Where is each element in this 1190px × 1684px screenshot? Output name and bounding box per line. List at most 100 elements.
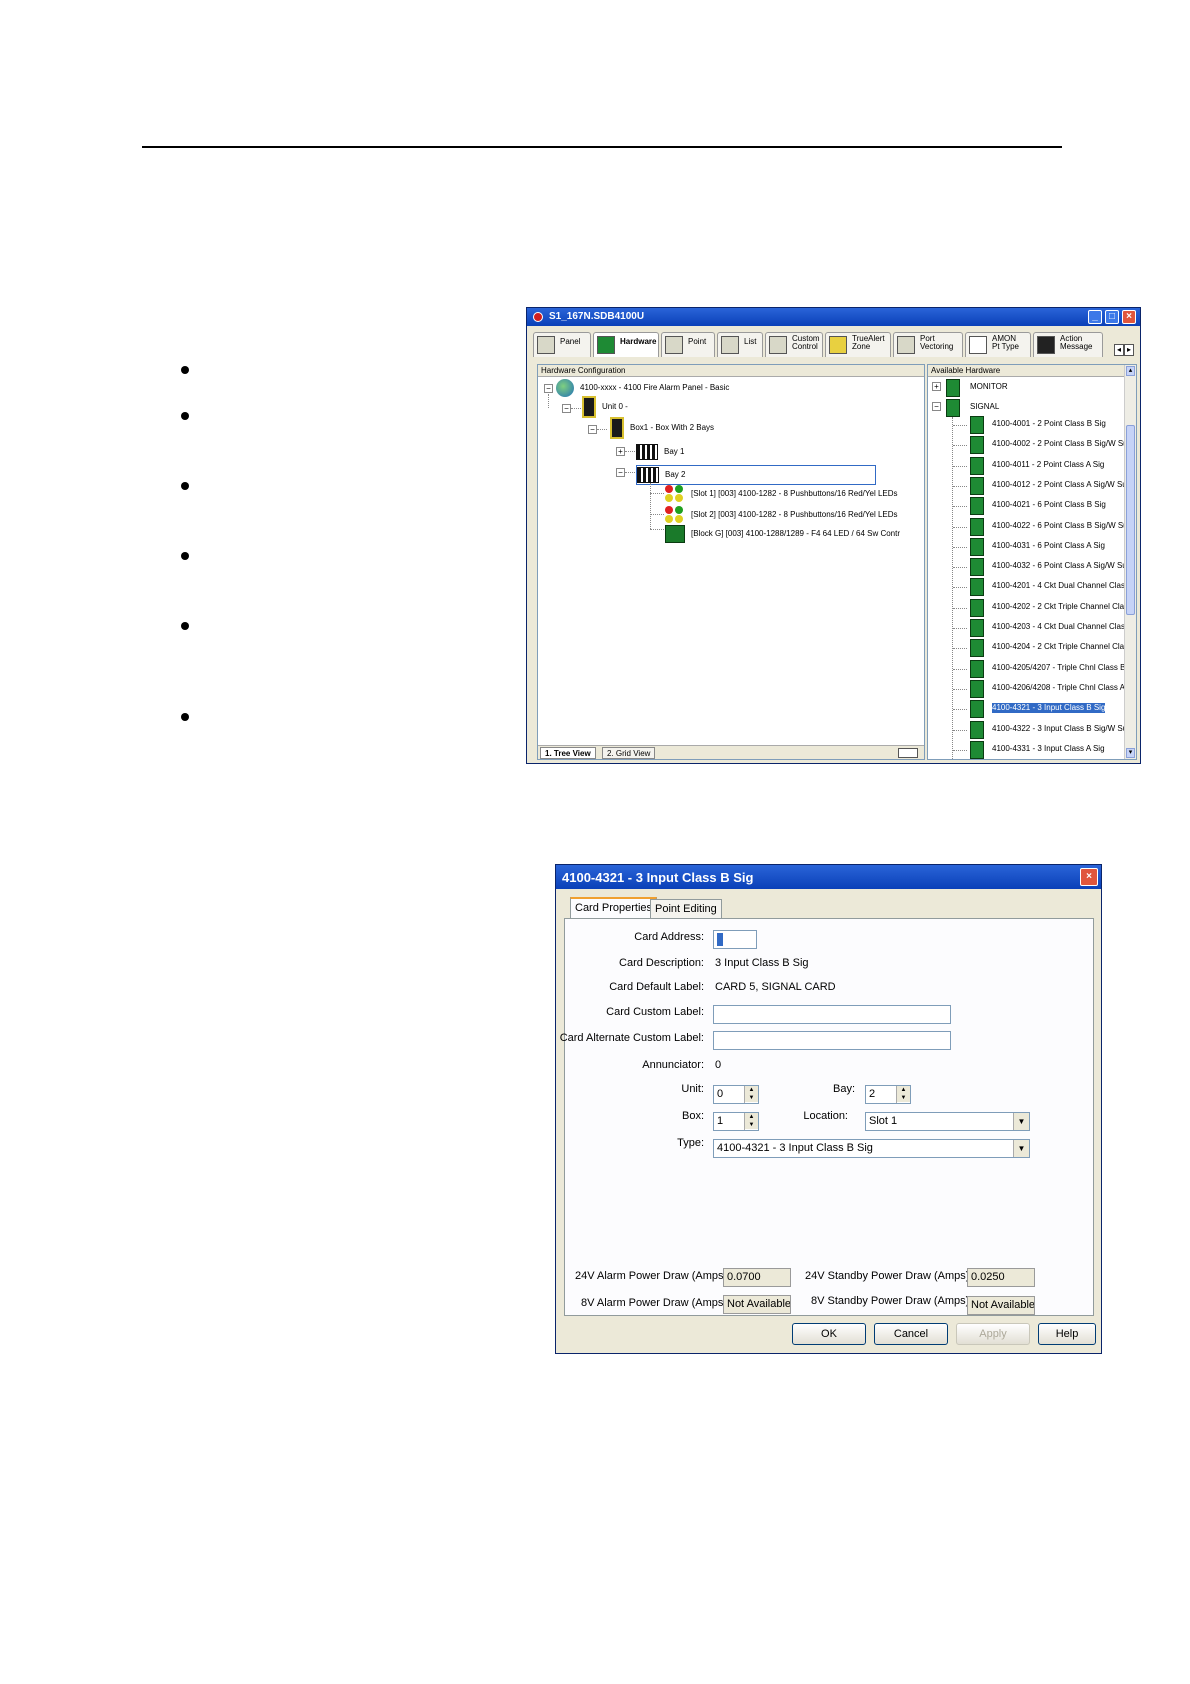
ok-button[interactable]: OK bbox=[792, 1323, 866, 1345]
scroll-down-icon[interactable]: ▾ bbox=[1126, 748, 1135, 758]
hardware-card-icon bbox=[970, 416, 984, 434]
minimize-button[interactable]: _ bbox=[1088, 310, 1102, 324]
maximize-button[interactable]: □ bbox=[1105, 310, 1119, 324]
bay-stepper[interactable]: 2 ▲ ▼ bbox=[865, 1085, 911, 1104]
group-signal[interactable]: SIGNAL bbox=[970, 402, 999, 412]
collapse-toggle[interactable]: − bbox=[562, 404, 571, 413]
tab-hardware[interactable]: Hardware bbox=[593, 332, 659, 357]
tab-point-editing[interactable]: Point Editing bbox=[650, 899, 722, 919]
alarm24-value: 0.0700 bbox=[723, 1268, 791, 1287]
split-icon[interactable] bbox=[898, 748, 918, 758]
chevron-down-icon[interactable]: ▼ bbox=[1013, 1140, 1029, 1157]
annunciator-label: Annunciator: bbox=[642, 1059, 704, 1071]
spin-arrows-icon[interactable]: ▲ ▼ bbox=[744, 1113, 758, 1130]
expand-toggle[interactable]: + bbox=[932, 382, 941, 391]
type-select[interactable]: 4100-4321 - 3 Input Class B Sig ▼ bbox=[713, 1139, 1030, 1158]
tree-node-unit[interactable]: Unit 0 - bbox=[582, 396, 628, 418]
tab-panel[interactable]: Panel bbox=[533, 332, 591, 357]
hardware-card-icon bbox=[970, 436, 984, 455]
hardware-item[interactable]: 4100-4331 - 3 Input Class A Sig bbox=[992, 744, 1105, 754]
led-icon bbox=[665, 485, 685, 503]
hardware-item[interactable]: 4100-4321 - 3 Input Class B Sig bbox=[992, 703, 1106, 714]
hardware-item[interactable]: 4100-4205/4207 - Triple Chnl Class B (..… bbox=[992, 663, 1136, 673]
cancel-button[interactable]: Cancel bbox=[874, 1323, 948, 1345]
close-button[interactable]: × bbox=[1080, 868, 1098, 886]
chevron-right-icon[interactable]: ▸ bbox=[1124, 344, 1134, 356]
collapse-toggle[interactable]: − bbox=[616, 468, 625, 477]
standby8-value: Not Available bbox=[967, 1296, 1035, 1315]
hardware-item[interactable]: 4100-4001 - 2 Point Class B Sig bbox=[992, 419, 1106, 429]
location-select[interactable]: Slot 1 ▼ bbox=[865, 1112, 1030, 1131]
unit-stepper[interactable]: 0 ▲ ▼ bbox=[713, 1085, 759, 1104]
card-alt-custom-label-input[interactable] bbox=[713, 1031, 951, 1050]
tab-truealert-zone[interactable]: TrueAlert Zone bbox=[825, 332, 891, 357]
chevron-down-icon[interactable]: ▼ bbox=[1013, 1113, 1029, 1130]
hardware-item[interactable]: 4100-4322 - 3 Input Class B Sig/W Sup bbox=[992, 724, 1132, 734]
collapse-toggle[interactable]: − bbox=[588, 425, 597, 434]
hardware-card-icon bbox=[970, 740, 984, 759]
card-default-label-label: Card Default Label: bbox=[609, 981, 704, 993]
hardware-card-icon bbox=[970, 619, 984, 637]
window-title: S1_167N.SDB4100U bbox=[549, 311, 645, 322]
hardware-item[interactable]: 4100-4022 - 6 Point Class B Sig/W Sup bbox=[992, 521, 1132, 531]
spin-arrows-icon[interactable]: ▲ ▼ bbox=[744, 1086, 758, 1103]
hardware-item[interactable]: 4100-4201 - 4 Ckt Dual Channel Class B bbox=[992, 581, 1136, 591]
hardware-card-icon bbox=[970, 659, 984, 678]
tree-node-slot1[interactable]: [Slot 1] [003] 4100-1282 - 8 Pushbuttons… bbox=[665, 485, 898, 503]
bullet bbox=[181, 482, 189, 490]
card-custom-label-label: Card Custom Label: bbox=[606, 1006, 704, 1018]
box-stepper[interactable]: 1 ▲ ▼ bbox=[713, 1112, 759, 1131]
collapse-toggle[interactable]: − bbox=[544, 384, 553, 393]
tab-tree-view[interactable]: 1. Tree View bbox=[540, 747, 596, 759]
globe-icon bbox=[556, 379, 574, 397]
expand-toggle[interactable]: + bbox=[616, 447, 625, 456]
tree-node-bay2[interactable]: Bay 2 bbox=[636, 465, 876, 485]
tab-point[interactable]: Point bbox=[661, 332, 715, 357]
card-custom-label-input[interactable] bbox=[713, 1005, 951, 1024]
annunciator-value: 0 bbox=[715, 1059, 722, 1071]
help-button[interactable]: Help bbox=[1038, 1323, 1096, 1345]
card-address-input[interactable]: 5 bbox=[713, 930, 757, 949]
tree-node-box1[interactable]: Box1 - Box With 2 Bays bbox=[610, 417, 714, 439]
hardware-item[interactable]: 4100-4031 - 6 Point Class A Sig bbox=[992, 541, 1105, 551]
tab-amon-pt-type[interactable]: AMON Pt Type bbox=[965, 332, 1031, 357]
tab-scroll-arrows[interactable]: ◂ ▸ bbox=[1114, 344, 1136, 356]
chevron-left-icon[interactable]: ◂ bbox=[1114, 344, 1124, 356]
title-bar[interactable]: 4100-4321 - 3 Input Class B Sig × bbox=[556, 865, 1101, 889]
bullet-list bbox=[181, 0, 201, 740]
tree-node-bay1[interactable]: Bay 1 bbox=[636, 444, 684, 460]
tree-node-panel[interactable]: 4100-xxxx - 4100 Fire Alarm Panel - Basi… bbox=[556, 379, 729, 397]
hardware-item[interactable]: 4100-4021 - 6 Point Class B Sig bbox=[992, 500, 1106, 510]
close-button[interactable]: × bbox=[1122, 310, 1136, 324]
hardware-item[interactable]: 4100-4202 - 2 Ckt Triple Channel Class B bbox=[992, 602, 1136, 612]
collapse-toggle[interactable]: − bbox=[932, 402, 941, 411]
hardware-item[interactable]: 4100-4204 - 2 Ckt Triple Channel Class A bbox=[992, 642, 1136, 652]
tab-grid-view[interactable]: 2. Grid View bbox=[602, 747, 656, 759]
tree-node-slot2[interactable]: [Slot 2] [003] 4100-1282 - 8 Pushbuttons… bbox=[665, 506, 898, 524]
hardware-item[interactable]: 4100-4032 - 6 Point Class A Sig/W Sup bbox=[992, 561, 1131, 571]
scroll-up-icon[interactable]: ▴ bbox=[1126, 366, 1135, 376]
hardware-item[interactable]: 4100-4203 - 4 Ckt Dual Channel Class A bbox=[992, 622, 1136, 632]
tab-custom-control[interactable]: Custom Control bbox=[765, 332, 823, 357]
tab-port-vectoring[interactable]: Port Vectoring bbox=[893, 332, 963, 357]
scrollbar[interactable]: ▴ ▾ bbox=[1124, 365, 1136, 759]
group-monitor[interactable]: MONITOR bbox=[970, 382, 1008, 392]
scroll-thumb[interactable] bbox=[1126, 425, 1135, 615]
hardware-item[interactable]: 4100-4002 - 2 Point Class B Sig/W Sup bbox=[992, 439, 1132, 449]
bullet bbox=[181, 552, 189, 560]
hardware-item[interactable]: 4100-4011 - 2 Point Class A Sig bbox=[992, 460, 1104, 470]
tab-action-message[interactable]: Action Message bbox=[1033, 332, 1103, 357]
spin-arrows-icon[interactable]: ▲ ▼ bbox=[896, 1086, 910, 1103]
standby24-label: 24V Standby Power Draw (Amps): bbox=[805, 1270, 973, 1282]
hardware-item[interactable]: 4100-4206/4208 - Triple Chnl Class A (..… bbox=[992, 683, 1136, 693]
custom-control-icon bbox=[769, 336, 787, 354]
title-bar[interactable]: S1_167N.SDB4100U _ □ × bbox=[527, 308, 1140, 326]
card-description-value: 3 Input Class B Sig bbox=[715, 957, 809, 969]
apply-button[interactable]: Apply bbox=[956, 1323, 1030, 1345]
hardware-item[interactable]: 4100-4012 - 2 Point Class A Sig/W Sup bbox=[992, 480, 1131, 490]
tree-node-block-g[interactable]: [Block G] [003] 4100-1288/1289 - F4 64 L… bbox=[665, 525, 900, 543]
hardware-card-icon bbox=[970, 639, 984, 658]
tab-list[interactable]: List bbox=[717, 332, 763, 357]
tab-card-properties[interactable]: Card Properties bbox=[570, 897, 658, 919]
standby8-label: 8V Standby Power Draw (Amps): bbox=[811, 1295, 973, 1307]
